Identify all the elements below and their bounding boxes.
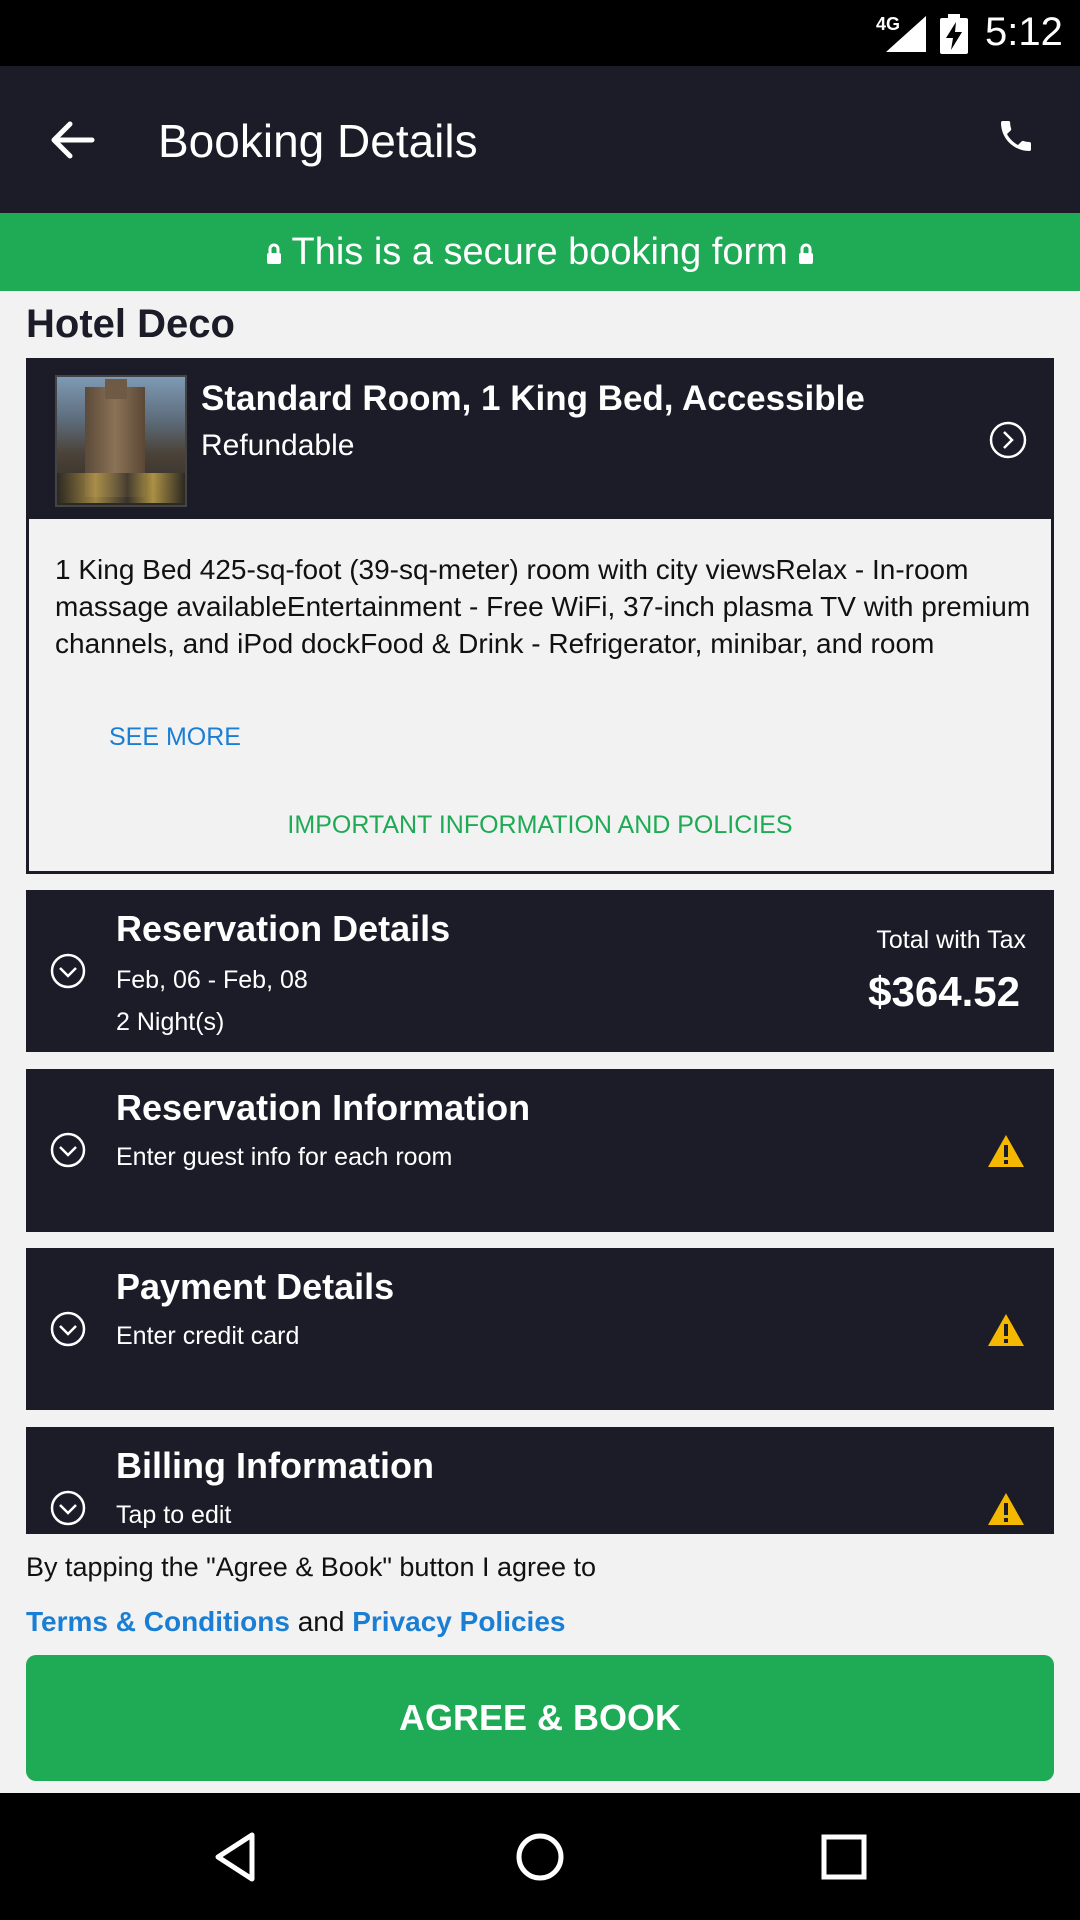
room-header[interactable]: Standard Room, 1 King Bed, Accessible Re… (29, 361, 1051, 519)
reservation-information-section[interactable]: Reservation Information Enter guest info… (26, 1069, 1054, 1232)
important-info-link[interactable]: IMPORTANT INFORMATION AND POLICIES (29, 811, 1051, 840)
nav-recents-icon[interactable] (816, 1829, 872, 1885)
nav-home-icon[interactable] (512, 1829, 568, 1885)
section-title: Reservation Details (116, 908, 451, 949)
clock: 5:12 (985, 10, 1063, 54)
payment-details-section[interactable]: Payment Details Enter credit card (26, 1248, 1054, 1410)
page-title: Booking Details (158, 115, 478, 167)
section-title: Reservation Information (116, 1087, 531, 1128)
room-title: Standard Room, 1 King Bed, Accessible (201, 379, 865, 418)
room-description: 1 King Bed 425-sq-foot (39-sq-meter) roo… (55, 554, 1031, 659)
privacy-policies-link[interactable]: Privacy Policies (352, 1606, 565, 1637)
terms-agreement-text: By tapping the "Agree & Book" button I a… (26, 1552, 597, 1582)
agree-book-button[interactable]: AGREE & BOOK (26, 1655, 1054, 1781)
warning-icon (988, 1493, 1024, 1525)
lock-icon (799, 243, 814, 264)
total-price: $364.52 (868, 968, 1020, 1015)
chevron-down-circle-icon[interactable] (50, 1311, 86, 1347)
warning-icon (988, 1135, 1024, 1167)
room-card: Standard Room, 1 King Bed, Accessible Re… (26, 358, 1054, 874)
hotel-photo (55, 375, 187, 507)
section-title: Payment Details (116, 1266, 395, 1307)
terms-and-text: and (297, 1606, 345, 1637)
terms-conditions-link[interactable]: Terms & Conditions (26, 1606, 290, 1637)
secure-booking-banner: This is a secure booking form (0, 213, 1080, 291)
secure-banner-text: This is a secure booking form (291, 231, 788, 273)
see-more-link[interactable]: SEE MORE (109, 723, 241, 752)
back-arrow-icon[interactable] (46, 114, 98, 166)
section-subtitle: Enter guest info for each room (116, 1143, 453, 1171)
reservation-dates: Feb, 06 - Feb, 08 (116, 966, 308, 994)
lock-icon (266, 243, 281, 264)
warning-icon (988, 1314, 1024, 1346)
reservation-details-section[interactable]: Reservation Details Feb, 06 - Feb, 08 2 … (26, 890, 1054, 1052)
reservation-nights: 2 Night(s) (116, 1008, 225, 1036)
section-subtitle: Enter credit card (116, 1322, 300, 1350)
signal-icon (886, 16, 926, 52)
terms-links: Terms & Conditions and Privacy Policies (26, 1606, 565, 1638)
app-bar: Booking Details (0, 66, 1080, 213)
chevron-down-circle-icon[interactable] (50, 1132, 86, 1168)
nav-back-icon[interactable] (208, 1829, 264, 1885)
total-label: Total with Tax (876, 926, 1026, 954)
section-title: Billing Information (116, 1445, 434, 1486)
chevron-right-circle-icon[interactable] (989, 421, 1027, 459)
hotel-name: Hotel Deco (26, 302, 235, 346)
section-subtitle: Tap to edit (116, 1501, 232, 1529)
refund-status: Refundable (201, 429, 355, 462)
battery-charging-icon (940, 14, 968, 54)
chevron-down-circle-icon[interactable] (50, 953, 86, 989)
phone-icon[interactable] (996, 116, 1036, 156)
system-nav-bar (0, 1793, 1080, 1920)
chevron-down-circle-icon[interactable] (50, 1490, 86, 1526)
billing-information-section[interactable]: Billing Information Tap to edit (26, 1427, 1054, 1534)
status-bar: 4G 5:12 (0, 0, 1080, 66)
